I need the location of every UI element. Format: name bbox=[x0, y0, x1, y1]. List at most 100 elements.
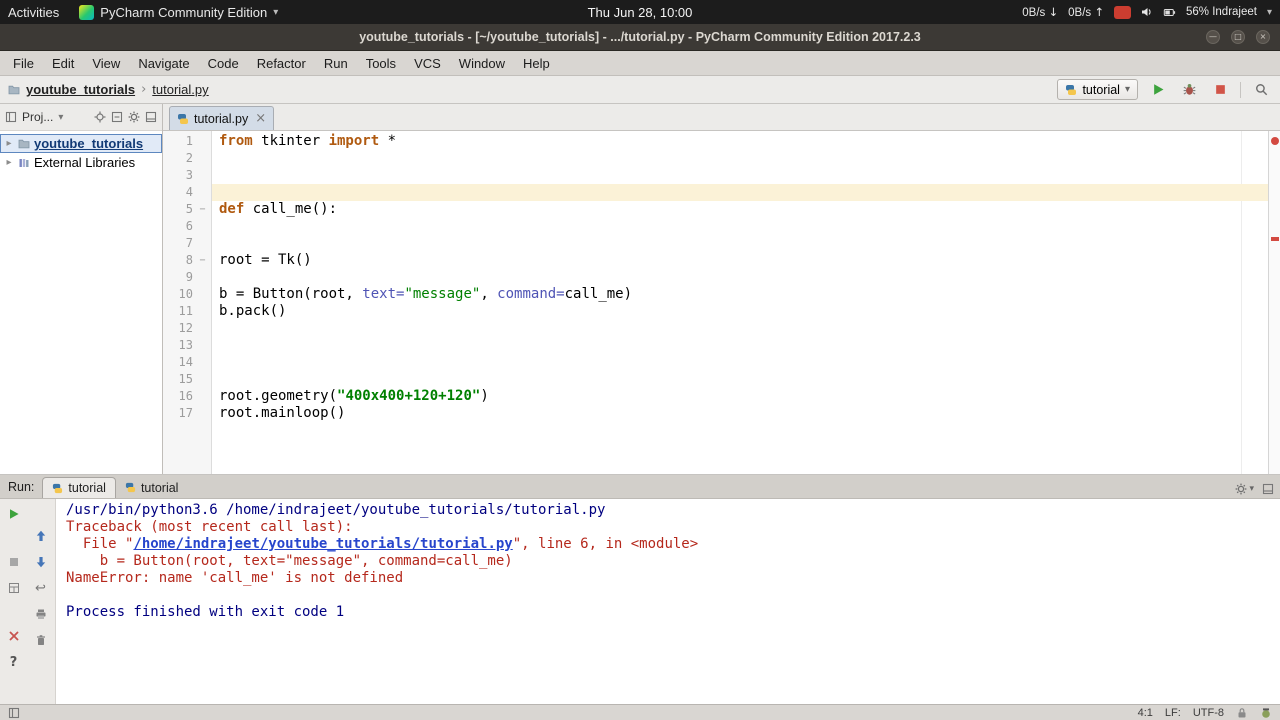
code-line-11[interactable]: 11 b.pack() bbox=[163, 303, 1268, 320]
activities-button[interactable]: Activities bbox=[8, 5, 59, 20]
close-window-button[interactable]: × bbox=[1256, 30, 1270, 44]
python-file-icon bbox=[178, 113, 188, 124]
code-line-6[interactable]: 6 bbox=[163, 218, 1268, 235]
inspections-hector-icon[interactable] bbox=[1260, 707, 1272, 719]
menu-item-help[interactable]: Help bbox=[514, 51, 559, 76]
run-tab-tutorial-active[interactable]: tutorial bbox=[42, 477, 116, 498]
expand-arrow-icon[interactable]: ▸ bbox=[4, 138, 14, 149]
clear-console-button[interactable] bbox=[30, 629, 52, 651]
menu-item-edit[interactable]: Edit bbox=[43, 51, 83, 76]
code-line-16[interactable]: 16 root.geometry("400x400+120+120") bbox=[163, 388, 1268, 405]
menu-item-refactor[interactable]: Refactor bbox=[248, 51, 315, 76]
run-tab-tutorial[interactable]: tutorial bbox=[116, 477, 188, 498]
tab-tutorial-py[interactable]: tutorial.py × bbox=[169, 106, 275, 130]
chevron-down-icon[interactable]: ▾ bbox=[1267, 7, 1272, 18]
run-settings-button[interactable]: ▾ bbox=[1235, 483, 1254, 495]
console-line: b = Button(root, text="message", command… bbox=[66, 553, 513, 569]
menu-item-navigate[interactable]: Navigate bbox=[129, 51, 198, 76]
code-line-10[interactable]: 10 b = Button(root, text="message", comma… bbox=[163, 286, 1268, 303]
close-icon[interactable]: × bbox=[255, 111, 266, 126]
code-editor[interactable]: 1 from tkinter import * 2 3 4 5− def call_me()… bbox=[163, 131, 1268, 474]
window-title: youtube_tutorials - [~/youtube_tutorials… bbox=[359, 30, 921, 44]
tree-item-external-libraries[interactable]: ▸ External Libraries bbox=[0, 153, 162, 172]
chevron-down-icon[interactable]: ▾ bbox=[58, 112, 63, 123]
volume-icon[interactable] bbox=[1141, 6, 1153, 18]
code-line-1[interactable]: 1 from tkinter import * bbox=[163, 133, 1268, 150]
code-line-2[interactable]: 2 bbox=[163, 150, 1268, 167]
file-encoding[interactable]: UTF-8 bbox=[1193, 707, 1224, 719]
code-text: def call_me(): bbox=[219, 201, 338, 217]
menu-item-view[interactable]: View bbox=[83, 51, 129, 76]
code-line-13[interactable]: 13 bbox=[163, 337, 1268, 354]
code-line-4[interactable]: 4 bbox=[163, 184, 1268, 201]
menu-item-window[interactable]: Window bbox=[450, 51, 514, 76]
tool-window-icon bbox=[5, 111, 17, 123]
analysis-status-icon[interactable] bbox=[1271, 137, 1279, 145]
error-stripe[interactable] bbox=[1268, 131, 1280, 474]
tree-item-project-root[interactable]: ▸ youtube_tutorials bbox=[0, 134, 162, 153]
menu-item-vcs[interactable]: VCS bbox=[405, 51, 450, 76]
code-line-14[interactable]: 14 bbox=[163, 354, 1268, 371]
code-line-3[interactable]: 3 bbox=[163, 167, 1268, 184]
code-line-17[interactable]: 17 root.mainloop() bbox=[163, 405, 1268, 422]
line-separator[interactable]: LF: bbox=[1165, 707, 1181, 719]
debug-button[interactable] bbox=[1178, 79, 1200, 100]
error-stripe-mark[interactable] bbox=[1271, 237, 1279, 241]
hide-panel-icon[interactable] bbox=[145, 111, 157, 123]
stop-button[interactable] bbox=[3, 551, 25, 573]
folder-icon bbox=[18, 139, 30, 148]
print-button[interactable] bbox=[30, 603, 52, 625]
desktop-bar: Activities PyCharm Community Edition ▾ T… bbox=[0, 0, 1280, 24]
fold-marker-icon[interactable]: − bbox=[193, 201, 212, 218]
project-panel-title[interactable]: Proj... bbox=[22, 110, 53, 124]
close-tab-button[interactable] bbox=[3, 625, 25, 647]
app-menu[interactable]: PyCharm Community Edition ▾ bbox=[79, 4, 278, 20]
caret-position[interactable]: 4:1 bbox=[1138, 707, 1153, 719]
collapse-all-icon[interactable] bbox=[111, 111, 123, 123]
code-text bbox=[212, 184, 1268, 201]
line-number: 6 bbox=[185, 219, 193, 233]
breadcrumb-separator-icon: › bbox=[141, 82, 147, 97]
code-line-7[interactable]: 7 bbox=[163, 235, 1268, 252]
help-button[interactable]: ? bbox=[3, 651, 25, 673]
console-line: Traceback (most recent call last): bbox=[66, 519, 353, 535]
search-everywhere-button[interactable] bbox=[1250, 79, 1272, 100]
stop-button[interactable] bbox=[1209, 79, 1231, 100]
down-stack-trace-button[interactable] bbox=[30, 551, 52, 573]
breadcrumb-file[interactable]: tutorial.py bbox=[152, 82, 208, 97]
line-number: 2 bbox=[185, 151, 193, 165]
lock-icon[interactable] bbox=[1236, 707, 1248, 719]
clock[interactable]: Thu Jun 28, 10:00 bbox=[588, 5, 693, 20]
tab-label: tutorial.py bbox=[194, 111, 249, 126]
maximize-button[interactable]: □ bbox=[1231, 30, 1245, 44]
code-line-15[interactable]: 15 bbox=[163, 371, 1268, 388]
console-output[interactable]: /usr/bin/python3.6 /home/indrajeet/youtu… bbox=[56, 499, 1280, 704]
menu-item-tools[interactable]: Tools bbox=[357, 51, 405, 76]
run-button[interactable] bbox=[1147, 79, 1169, 100]
expand-arrow-icon[interactable]: ▸ bbox=[4, 157, 14, 168]
rerun-button[interactable] bbox=[3, 503, 25, 525]
menu-item-file[interactable]: File bbox=[4, 51, 43, 76]
fold-marker-icon[interactable]: − bbox=[193, 252, 212, 269]
up-stack-trace-button[interactable] bbox=[30, 525, 52, 547]
locate-icon[interactable] bbox=[94, 111, 106, 123]
line-number: 16 bbox=[178, 389, 193, 403]
code-line-9[interactable]: 9 bbox=[163, 269, 1268, 286]
battery-label[interactable]: 56% Indrajeet bbox=[1186, 6, 1257, 18]
menu-item-code[interactable]: Code bbox=[199, 51, 248, 76]
run-configuration-selector[interactable]: tutorial ▾ bbox=[1057, 79, 1138, 100]
stack-trace-link[interactable]: /home/indrajeet/youtube_tutorials/tutori… bbox=[133, 536, 512, 552]
line-number: 5 bbox=[185, 202, 193, 216]
soft-wrap-toggle[interactable]: ↩ bbox=[30, 577, 52, 599]
restore-layout-button[interactable] bbox=[3, 577, 25, 599]
gear-icon[interactable] bbox=[128, 111, 140, 123]
code-line-12[interactable]: 12 bbox=[163, 320, 1268, 337]
hide-panel-icon[interactable] bbox=[1262, 483, 1274, 495]
minimize-button[interactable]: — bbox=[1206, 30, 1220, 44]
recording-indicator[interactable] bbox=[1114, 5, 1131, 19]
breadcrumb-project[interactable]: youtube_tutorials bbox=[26, 82, 135, 97]
code-line-5[interactable]: 5− def call_me(): bbox=[163, 201, 1268, 218]
menu-item-run[interactable]: Run bbox=[315, 51, 357, 76]
code-line-8[interactable]: 8− root = Tk() bbox=[163, 252, 1268, 269]
tool-window-toggle-icon[interactable] bbox=[8, 707, 20, 719]
